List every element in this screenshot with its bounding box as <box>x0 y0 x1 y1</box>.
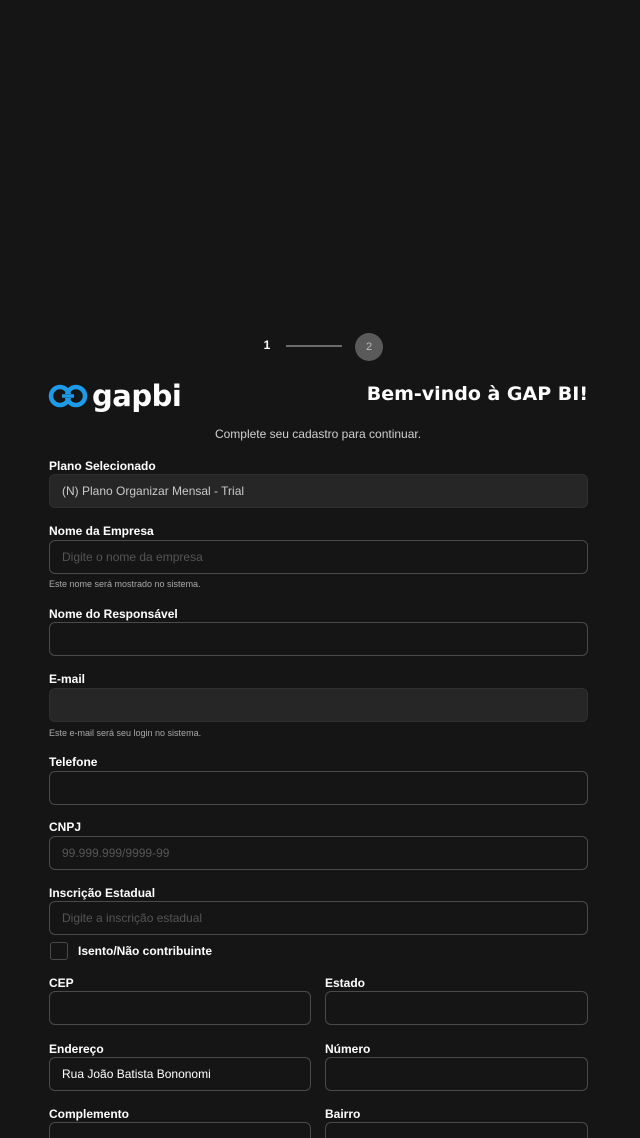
empresa-label: Nome da Empresa <box>49 524 154 538</box>
empresa-input[interactable] <box>49 540 588 574</box>
telefone-label: Telefone <box>49 755 98 769</box>
estado-input[interactable] <box>325 991 588 1025</box>
plano-label: Plano Selecionado <box>49 459 156 473</box>
plano-field <box>49 474 588 508</box>
complemento-label: Complemento <box>49 1107 130 1121</box>
endereco-label: Endereço <box>49 1042 104 1056</box>
email-field <box>49 688 588 722</box>
endereco-input[interactable] <box>49 1057 311 1091</box>
isento-checkbox[interactable] <box>50 942 68 960</box>
step-connector <box>286 345 342 347</box>
signup-page: 1 2 gapbi Bem-vindo à GAP BI! Complete s… <box>0 0 640 1138</box>
step-1-indicator: 1 <box>263 338 271 352</box>
logo-text: gapbi <box>92 379 182 413</box>
isento-label[interactable]: Isento/Não contribuinte <box>78 944 212 958</box>
empresa-hint: Este nome será mostrado no sistema. <box>49 579 201 589</box>
cep-input[interactable] <box>49 991 311 1025</box>
inscricao-input[interactable] <box>49 901 588 935</box>
email-label: E-mail <box>49 672 86 686</box>
telefone-input[interactable] <box>49 771 588 805</box>
cnpj-label: CNPJ <box>49 820 82 834</box>
bairro-label: Bairro <box>325 1107 361 1121</box>
responsavel-input[interactable] <box>49 622 588 656</box>
estado-label: Estado <box>325 976 366 990</box>
complemento-input[interactable] <box>49 1122 311 1138</box>
cnpj-input[interactable] <box>49 836 588 870</box>
gapbi-logo: gapbi <box>48 379 182 413</box>
email-hint: Este e-mail será seu login no sistema. <box>49 728 202 738</box>
gapbi-logo-icon <box>48 384 88 408</box>
numero-label: Número <box>325 1042 371 1056</box>
bairro-input[interactable] <box>325 1122 588 1138</box>
page-title: Bem-vindo à GAP BI! <box>366 383 588 405</box>
cep-label: CEP <box>49 976 74 990</box>
inscricao-label: Inscrição Estadual <box>49 886 156 900</box>
numero-input[interactable] <box>325 1057 588 1091</box>
responsavel-label: Nome do Responsável <box>49 607 178 621</box>
step-2-indicator: 2 <box>355 333 383 361</box>
page-subtitle: Complete seu cadastro para continuar. <box>214 427 422 441</box>
stepper: 1 2 <box>0 332 640 361</box>
